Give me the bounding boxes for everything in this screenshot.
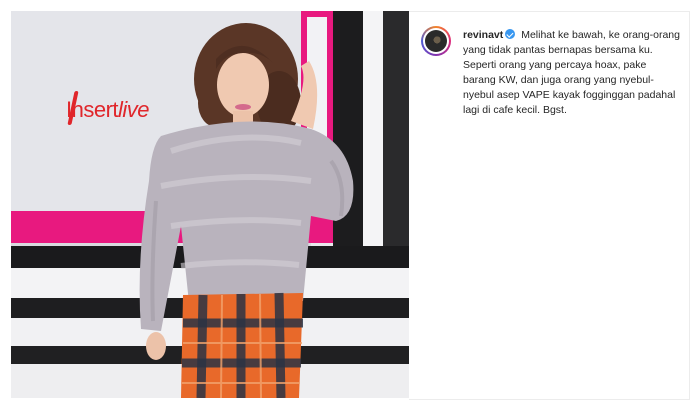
post-photo[interactable]: Insertlive: [11, 11, 409, 398]
verified-badge-icon: [505, 29, 516, 39]
username-link[interactable]: revinavt: [463, 29, 503, 41]
avatar-ring: [423, 28, 449, 54]
caption-panel: revinavt Melihat ke bawah, ke orang-oran…: [409, 11, 690, 400]
avatar-image: [425, 30, 447, 52]
post-caption: revinavt Melihat ke bawah, ke orang-oran…: [463, 28, 681, 118]
caption-text: Melihat ke bawah, ke orang-orang yang ti…: [463, 29, 680, 116]
backdrop-logo: Insertlive: [66, 97, 150, 123]
logo-text-live: live: [118, 97, 150, 122]
instagram-post: Insertlive revinavt Melihat ke bawah, ke…: [0, 0, 700, 409]
avatar[interactable]: [421, 26, 451, 56]
logo-text-insert: Insert: [66, 97, 119, 122]
photo-illustration: [11, 11, 409, 398]
